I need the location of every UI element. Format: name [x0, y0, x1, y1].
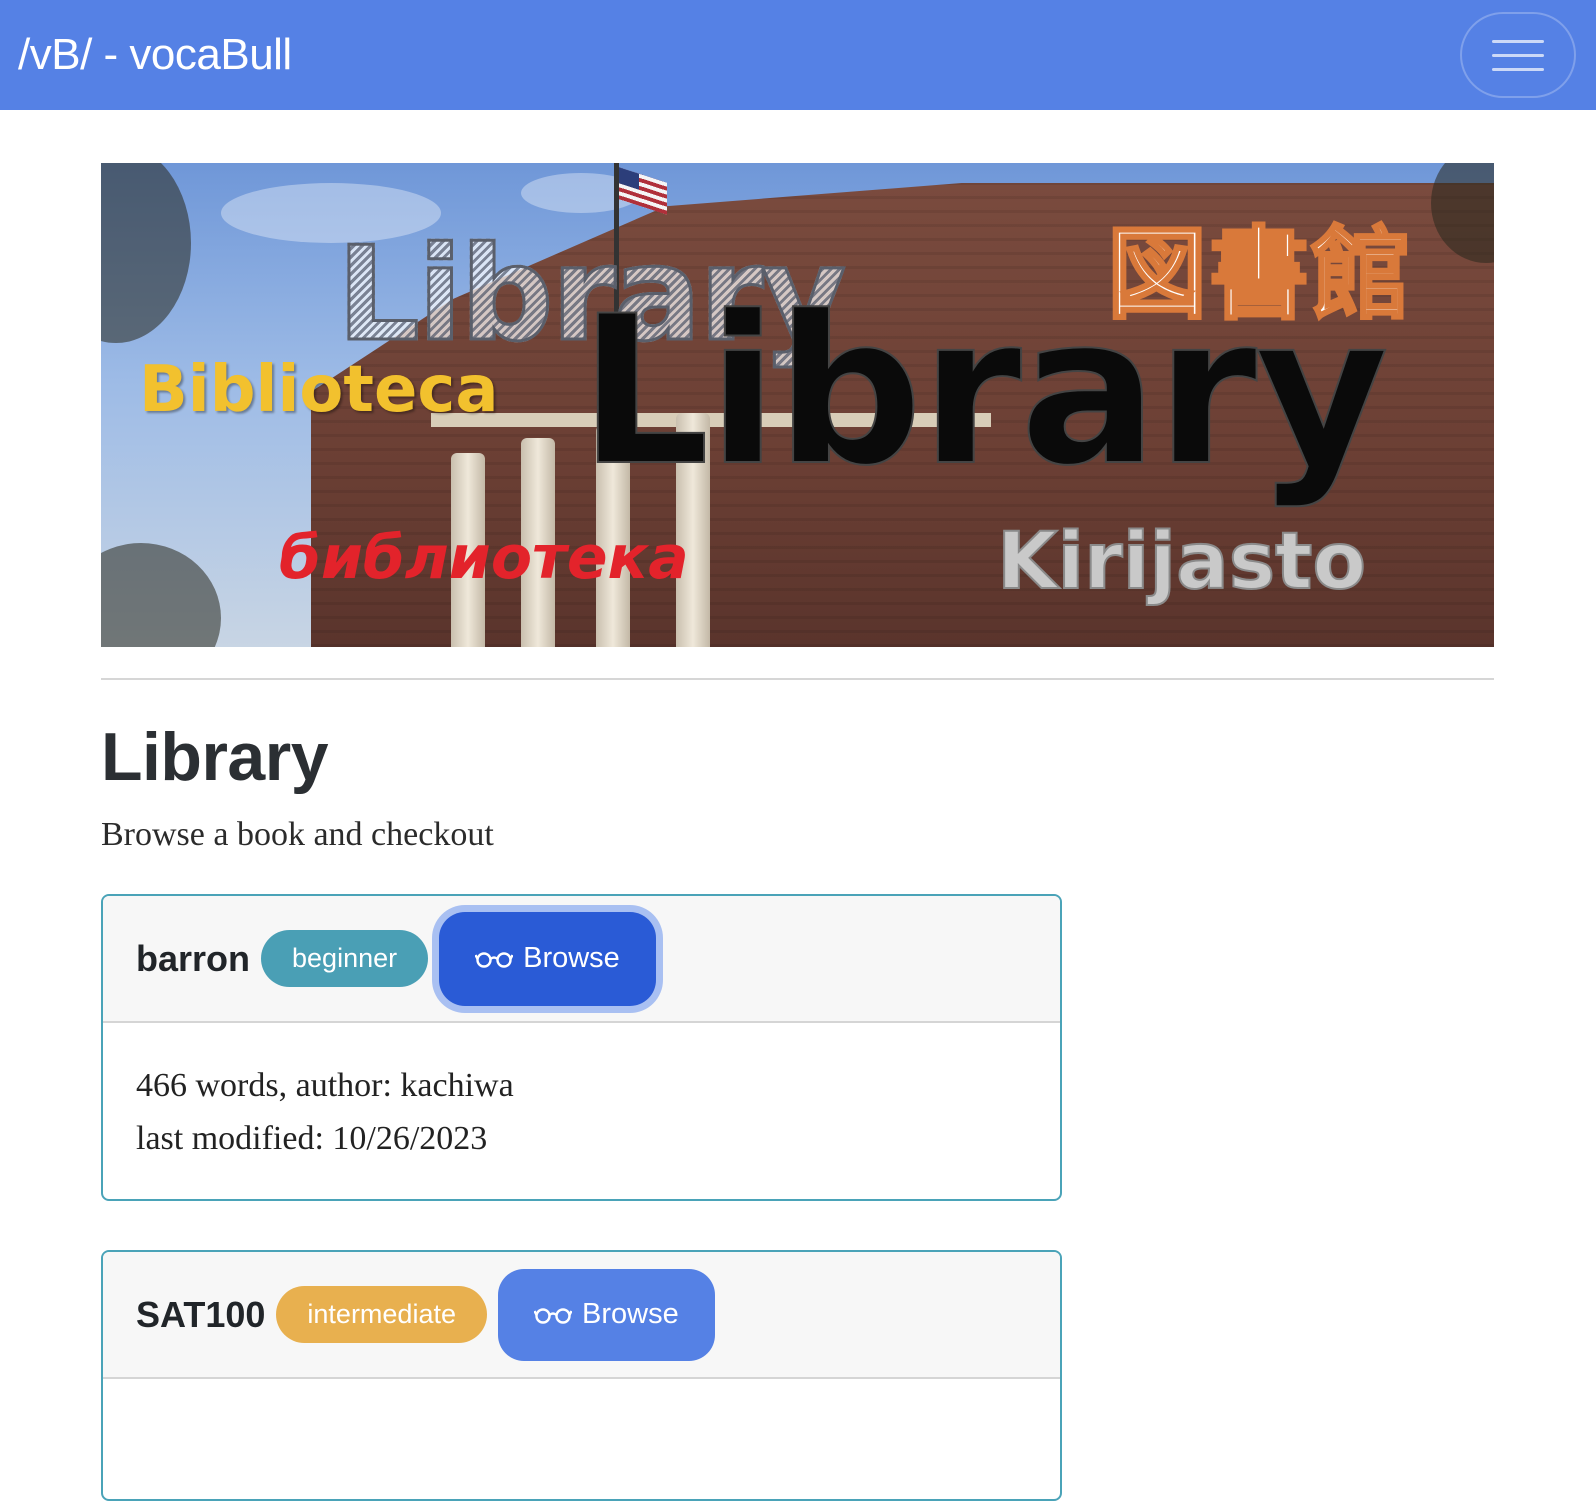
hamburger-icon — [1492, 67, 1544, 71]
navbar-toggler-button[interactable] — [1460, 12, 1576, 98]
flag-icon — [619, 167, 667, 215]
banner-text-russian: библиотека — [279, 523, 689, 593]
level-badge: beginner — [261, 930, 429, 987]
banner-text-kirijasto: Kirijasto — [996, 516, 1367, 608]
browse-button-label: Browse — [523, 942, 620, 974]
library-banner-image: Library Biblioteca 図書館 Library библиотек… — [101, 163, 1494, 647]
book-card-body: 466 words, author: kachiwa last modified… — [103, 1023, 1060, 1199]
book-details-last-modified: last modified: 10/26/2023 — [136, 1120, 488, 1157]
main-container: Library Biblioteca 図書館 Library библиотек… — [101, 163, 1494, 1501]
banner-text-biblioteca: Biblioteca — [139, 353, 499, 427]
book-name: barron — [136, 937, 251, 979]
browse-button[interactable]: Browse — [439, 911, 656, 1006]
glasses-icon — [475, 951, 514, 968]
navbar: /vB/ - vocaBull — [0, 0, 1596, 110]
hamburger-icon — [1492, 53, 1544, 57]
browse-button-label: Browse — [582, 1298, 679, 1330]
tree-shape — [101, 543, 221, 647]
book-card-body — [103, 1379, 1060, 1499]
book-card-header: barron beginner Browse — [103, 896, 1060, 1023]
level-badge: intermediate — [276, 1286, 487, 1343]
tree-shape — [101, 163, 191, 343]
page-title: Library — [101, 719, 329, 795]
book-name: SAT100 — [136, 1293, 266, 1335]
book-card-header: SAT100 intermediate Browse — [103, 1252, 1060, 1379]
page-subtitle: Browse a book and checkout — [101, 816, 494, 853]
divider — [101, 678, 1494, 680]
banner-text-library: Library — [578, 272, 1390, 512]
hamburger-icon — [1492, 39, 1544, 43]
glasses-icon — [534, 1307, 572, 1324]
book-card: SAT100 intermediate Browse — [101, 1250, 1062, 1501]
book-card: barron beginner Browse 466 words, author… — [101, 894, 1062, 1201]
book-details-words-author: 466 words, author: kachiwa — [136, 1067, 514, 1104]
brand-link[interactable]: /vB/ - vocaBull — [18, 30, 292, 80]
browse-button[interactable]: Browse — [498, 1268, 715, 1361]
